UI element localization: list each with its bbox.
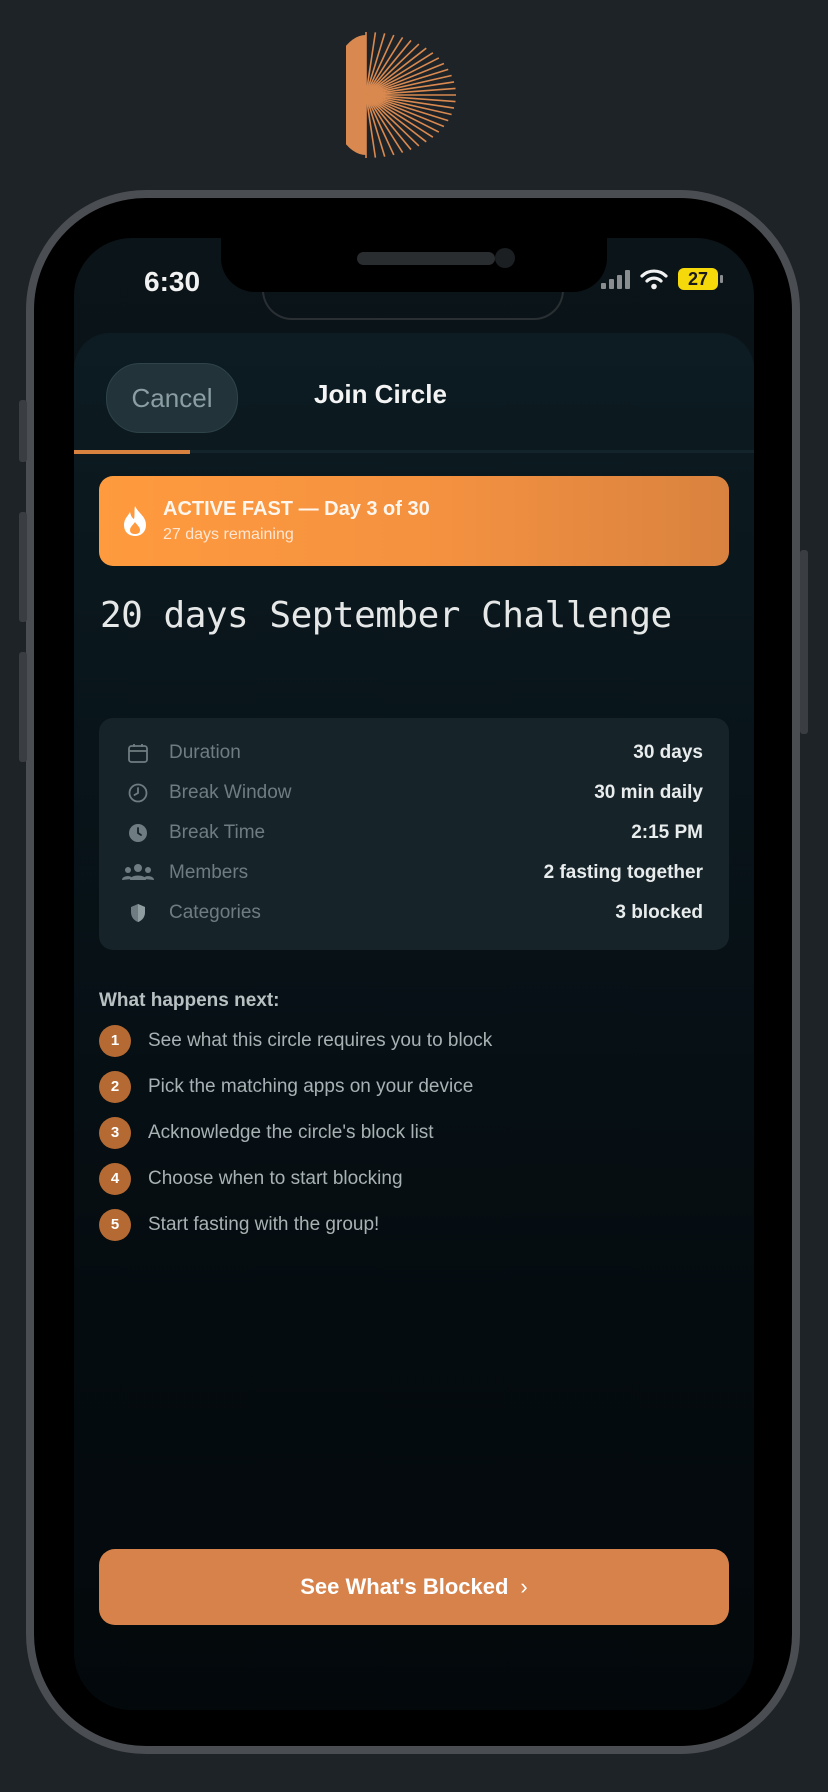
join-circle-sheet: Cancel Join Circle ACTIVE FAST — Day 3 o… [74,333,754,1710]
see-whats-blocked-button[interactable]: See What's Blocked › [99,1549,729,1625]
people-icon [122,864,154,880]
battery-icon: 27 [678,268,723,290]
flame-icon [124,506,146,536]
circle-details-card: Duration 30 days Break Window 30 min dai… [99,718,729,950]
cancel-button[interactable]: Cancel [106,363,238,433]
banner-subtitle: 27 days remaining [163,526,294,543]
detail-row-break-time: Break Time 2:15 PM [99,813,729,853]
detail-label: Break Window [169,782,292,803]
step-text: Choose when to start blocking [148,1168,403,1189]
detail-row-break-window: Break Window 30 min daily [99,773,729,813]
sheet-title: Join Circle [314,379,447,409]
step-text: Acknowledge the circle's block list [148,1122,434,1143]
detail-label: Break Time [169,822,266,843]
detail-row-members: Members 2 fasting together [99,853,729,893]
detail-label: Duration [169,742,241,763]
banner-title: ACTIVE FAST — Day 3 of 30 [163,498,430,520]
step-text: Start fasting with the group! [148,1214,380,1235]
volume-down-button [19,652,27,762]
status-time: 6:30 [144,266,201,297]
status-icons: 27 [601,268,723,290]
detail-value: 30 days [633,742,703,763]
mute-switch [19,400,27,462]
next-steps-title: What happens next: [99,990,280,1011]
clock-filled-icon [129,824,147,842]
speaker-grille [357,252,495,265]
detail-value: 2:15 PM [631,822,703,843]
step-number-badge: 3 [99,1117,131,1149]
front-camera [495,248,515,268]
detail-label: Members [169,862,249,883]
calendar-icon [128,744,148,763]
detail-value: 3 blocked [615,902,703,923]
active-fast-banner: ACTIVE FAST — Day 3 of 30 27 days remain… [99,476,729,566]
shield-icon [131,904,145,922]
cellular-signal-icon [601,269,630,289]
step-progress-bar [74,450,190,454]
chevron-right-icon: › [520,1574,528,1599]
detail-value: 30 min daily [594,782,703,803]
clock-icon [128,783,148,803]
detail-label: Categories [169,902,261,923]
step-number-badge: 1 [99,1025,131,1057]
wifi-icon [640,269,668,290]
detail-row-categories: Categories 3 blocked [99,893,729,933]
step-number-badge: 4 [99,1163,131,1195]
volume-up-button [19,512,27,622]
step-number-badge: 2 [99,1071,131,1103]
detail-value: 2 fasting together [543,862,703,883]
step-text: Pick the matching apps on your device [148,1076,474,1097]
power-button [800,550,808,734]
detail-row-duration: Duration 30 days [99,733,729,773]
cta-label: See What's Blocked [300,1574,509,1599]
notch [221,238,607,292]
sunburst-logo-icon [346,32,456,158]
screen: 6:30 27 Cancel Join Circle ACTIVE FAST —… [74,238,754,1710]
step-text: See what this circle requires you to blo… [148,1030,493,1051]
circle-name: 20 days September Challenge [100,595,672,636]
step-number-badge: 5 [99,1209,131,1241]
